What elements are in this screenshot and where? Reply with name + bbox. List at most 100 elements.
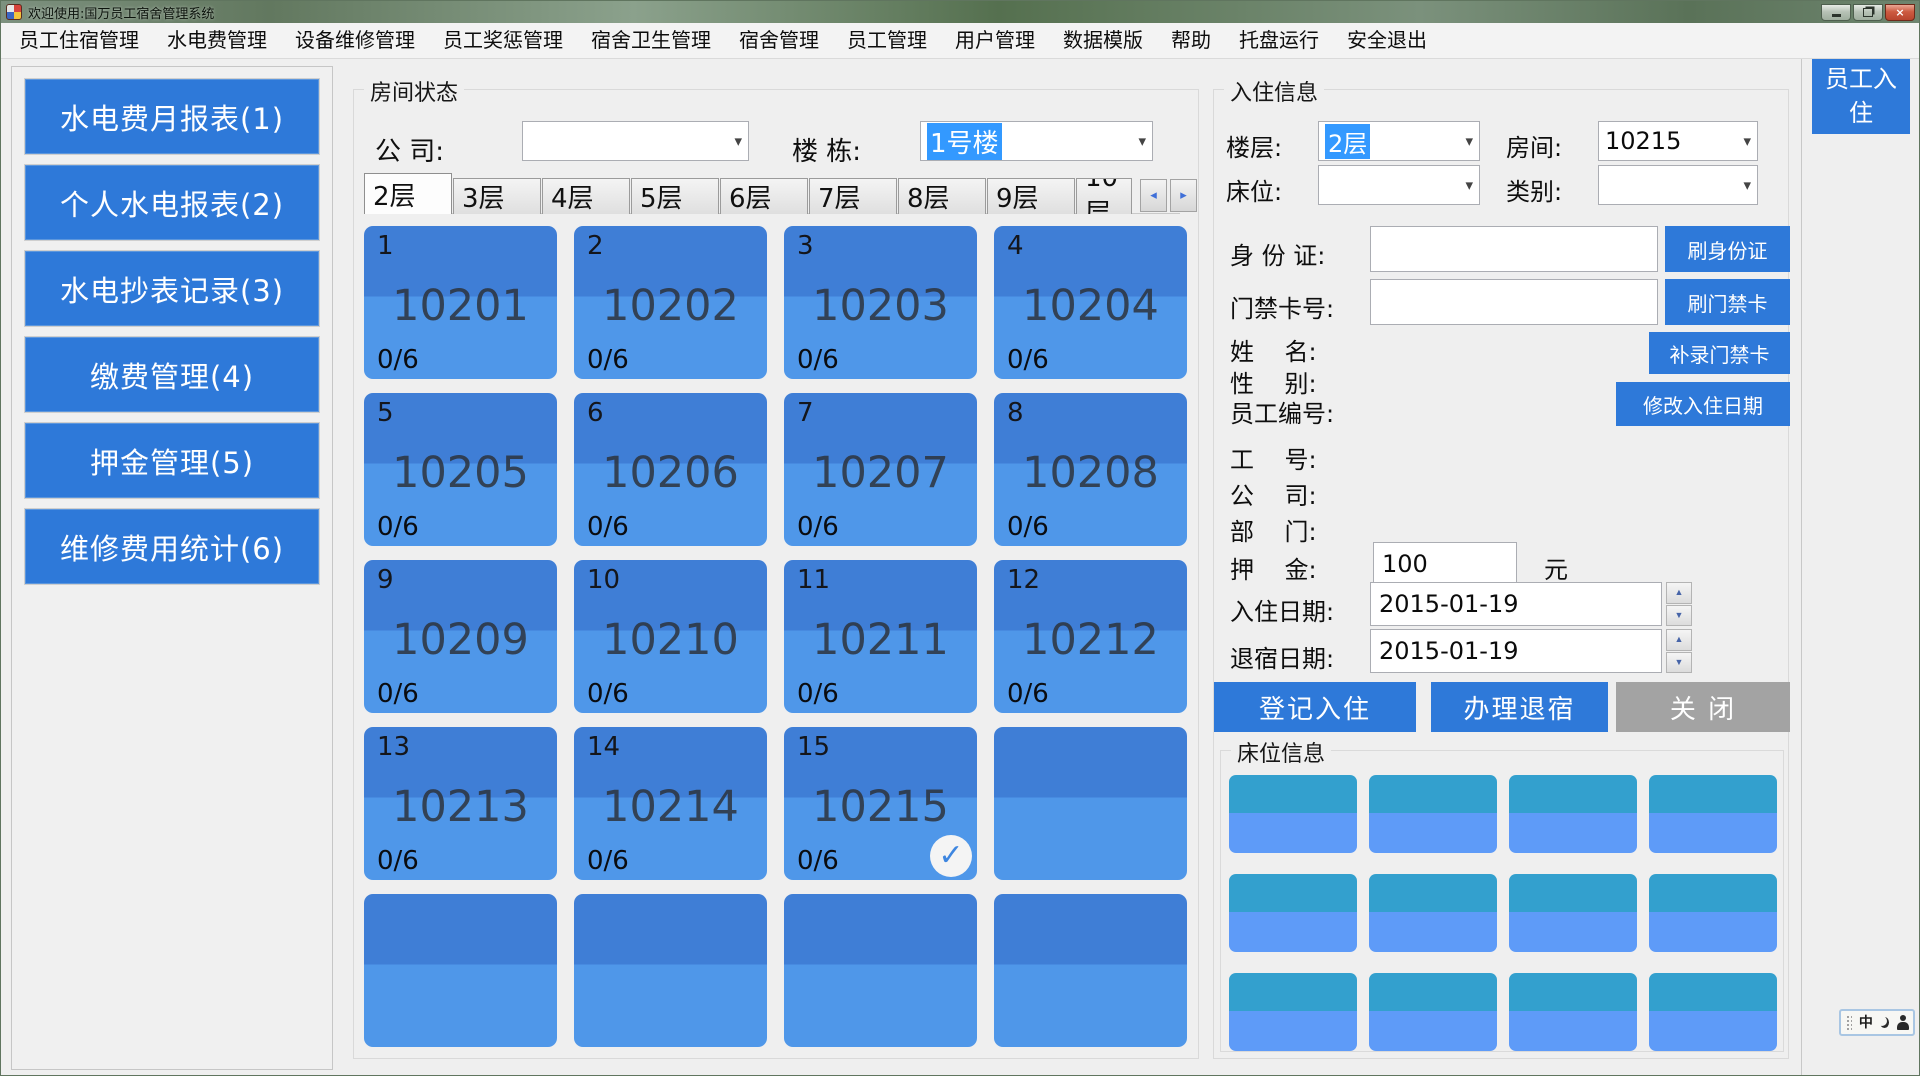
menu-item[interactable]: 员工奖惩管理 <box>429 23 577 58</box>
ime-fullwidth-moon-icon[interactable] <box>1880 1017 1889 1028</box>
menu-item[interactable]: 数据模版 <box>1049 23 1157 58</box>
modify-checkin-date-button[interactable]: 修改入住日期 <box>1616 382 1790 426</box>
floor-tab[interactable]: 3层 <box>453 178 541 214</box>
room-combobox[interactable]: 10215 ▾ <box>1598 121 1758 161</box>
ime-drag-handle-icon[interactable] <box>1846 1015 1852 1030</box>
floor-tab[interactable]: 10层 <box>1076 178 1132 214</box>
deposit-input[interactable]: 100 <box>1373 542 1517 586</box>
floor-field-label: 楼层: <box>1226 128 1282 163</box>
floor-tab[interactable]: 5层 <box>631 178 719 214</box>
ime-user-icon[interactable] <box>1896 1015 1908 1030</box>
spin-down-icon[interactable]: ▼ <box>1666 652 1692 674</box>
menu-item[interactable]: 水电费管理 <box>153 23 281 58</box>
bed-card[interactable] <box>1509 775 1637 853</box>
bed-card[interactable] <box>1369 973 1497 1051</box>
tab-scroll-right-button[interactable]: ▸ <box>1170 179 1197 212</box>
bed-card[interactable] <box>1229 973 1357 1051</box>
floor-tab[interactable]: 6层 <box>720 178 808 214</box>
menu-item[interactable]: 帮助 <box>1157 23 1225 58</box>
floor-tab[interactable]: 2层 <box>364 173 452 214</box>
room-card[interactable]: ✓ <box>994 894 1187 1047</box>
sidebar-button[interactable]: 水电费月报表(1) <box>25 79 319 154</box>
bed-card[interactable] <box>1369 775 1497 853</box>
checkout-button[interactable]: 办理退宿 <box>1431 682 1608 732</box>
spin-down-icon[interactable]: ▼ <box>1666 605 1692 627</box>
menu-item[interactable]: 安全退出 <box>1333 23 1441 58</box>
register-checkin-button[interactable]: 登记入住 <box>1214 682 1416 732</box>
room-card[interactable]: 8 10208 0/6 ✓ <box>994 393 1187 546</box>
checkout-date-input[interactable]: 2015-01-19 <box>1370 629 1662 673</box>
bed-card[interactable] <box>1649 874 1777 952</box>
room-card[interactable]: 1 10201 0/6 ✓ <box>364 226 557 379</box>
menu-item[interactable]: 设备维修管理 <box>281 23 429 58</box>
spin-up-icon[interactable]: ▲ <box>1666 582 1692 604</box>
room-card[interactable]: 14 10214 0/6 ✓ <box>574 727 767 880</box>
bed-card[interactable] <box>1509 874 1637 952</box>
room-card[interactable]: 5 10205 0/6 ✓ <box>364 393 557 546</box>
close-panel-button[interactable]: 关 闭 <box>1616 682 1790 732</box>
room-card[interactable]: 2 10202 0/6 ✓ <box>574 226 767 379</box>
room-card[interactable]: 7 10207 0/6 ✓ <box>784 393 977 546</box>
sidebar-button[interactable]: 个人水电报表(2) <box>25 165 319 240</box>
chevron-down-icon: ▾ <box>1138 132 1146 150</box>
bed-card[interactable] <box>1229 874 1357 952</box>
supplement-card-button[interactable]: 补录门禁卡 <box>1649 332 1790 374</box>
close-button[interactable]: × <box>1885 4 1915 21</box>
menu-item[interactable]: 宿舍卫生管理 <box>577 23 725 58</box>
company-combobox[interactable]: ▾ <box>522 121 749 161</box>
spin-up-icon[interactable]: ▲ <box>1666 629 1692 651</box>
menu-item[interactable]: 员工管理 <box>833 23 941 58</box>
minimize-button[interactable] <box>1821 4 1851 21</box>
category-combobox[interactable]: ▾ <box>1598 165 1758 205</box>
room-card[interactable]: 10 10210 0/6 ✓ <box>574 560 767 713</box>
room-card[interactable]: ✓ <box>994 727 1187 880</box>
bed-card[interactable] <box>1229 775 1357 853</box>
scan-access-card-button[interactable]: 刷门禁卡 <box>1665 279 1790 325</box>
access-card-input[interactable] <box>1370 279 1658 325</box>
employee-checkin-button[interactable]: 员工入 住 <box>1812 59 1910 134</box>
sidebar-button[interactable]: 缴费管理(4) <box>25 337 319 412</box>
right-column: 员工入 住 <box>1801 59 1920 1076</box>
floor-tab[interactable]: 7层 <box>809 178 897 214</box>
bed-card[interactable] <box>1649 775 1777 853</box>
id-number-input[interactable] <box>1370 226 1658 272</box>
floor-tab[interactable]: 9层 <box>987 178 1075 214</box>
room-number: 10212 <box>994 615 1187 665</box>
room-card[interactable]: ✓ <box>784 894 977 1047</box>
bed-card[interactable] <box>1369 874 1497 952</box>
window-controls: × <box>1821 4 1919 21</box>
room-card[interactable]: 15 10215 0/6 ✓ <box>784 727 977 880</box>
room-card[interactable]: ✓ <box>574 894 767 1047</box>
menu-item[interactable]: 托盘运行 <box>1225 23 1333 58</box>
bed-combobox[interactable]: ▾ <box>1318 165 1480 205</box>
floor-tab[interactable]: 8层 <box>898 178 986 214</box>
sidebar-button[interactable]: 维修费用统计(6) <box>25 509 319 584</box>
room-card[interactable]: 4 10204 0/6 ✓ <box>994 226 1187 379</box>
ime-language-button[interactable]: 中 <box>1859 1016 1873 1030</box>
checkout-date-spinner: ▲ ▼ <box>1666 629 1692 673</box>
room-index: 13 <box>377 732 410 762</box>
floor-tab[interactable]: 4层 <box>542 178 630 214</box>
bed-card[interactable] <box>1509 973 1637 1051</box>
room-card[interactable]: 3 10203 0/6 ✓ <box>784 226 977 379</box>
menu-item[interactable]: 用户管理 <box>941 23 1049 58</box>
room-card[interactable]: 12 10212 0/6 ✓ <box>994 560 1187 713</box>
sidebar-button[interactable]: 押金管理(5) <box>25 423 319 498</box>
sidebar-button[interactable]: 水电抄表记录(3) <box>25 251 319 326</box>
floor-combobox[interactable]: 2层 ▾ <box>1318 121 1480 161</box>
bed-card[interactable] <box>1649 973 1777 1051</box>
room-card[interactable]: ✓ <box>364 894 557 1047</box>
room-card[interactable]: 11 10211 0/6 ✓ <box>784 560 977 713</box>
menu-item[interactable]: 宿舍管理 <box>725 23 833 58</box>
room-card[interactable]: 6 10206 0/6 ✓ <box>574 393 767 546</box>
scan-id-button[interactable]: 刷身份证 <box>1665 226 1790 272</box>
restore-button[interactable] <box>1853 4 1883 21</box>
main-content: 水电费月报表(1) 个人水电报表(2) 水电抄表记录(3) 缴费管理(4) 押金管理(5… <box>1 59 1920 1076</box>
menu-item[interactable]: 员工住宿管理 <box>5 23 153 58</box>
building-value: 1号楼 <box>927 123 1002 160</box>
room-card[interactable]: 13 10213 0/6 ✓ <box>364 727 557 880</box>
building-combobox[interactable]: 1号楼 ▾ <box>920 121 1153 161</box>
checkin-date-input[interactable]: 2015-01-19 <box>1370 582 1662 626</box>
tab-scroll-left-button[interactable]: ◂ <box>1140 179 1167 212</box>
room-card[interactable]: 9 10209 0/6 ✓ <box>364 560 557 713</box>
